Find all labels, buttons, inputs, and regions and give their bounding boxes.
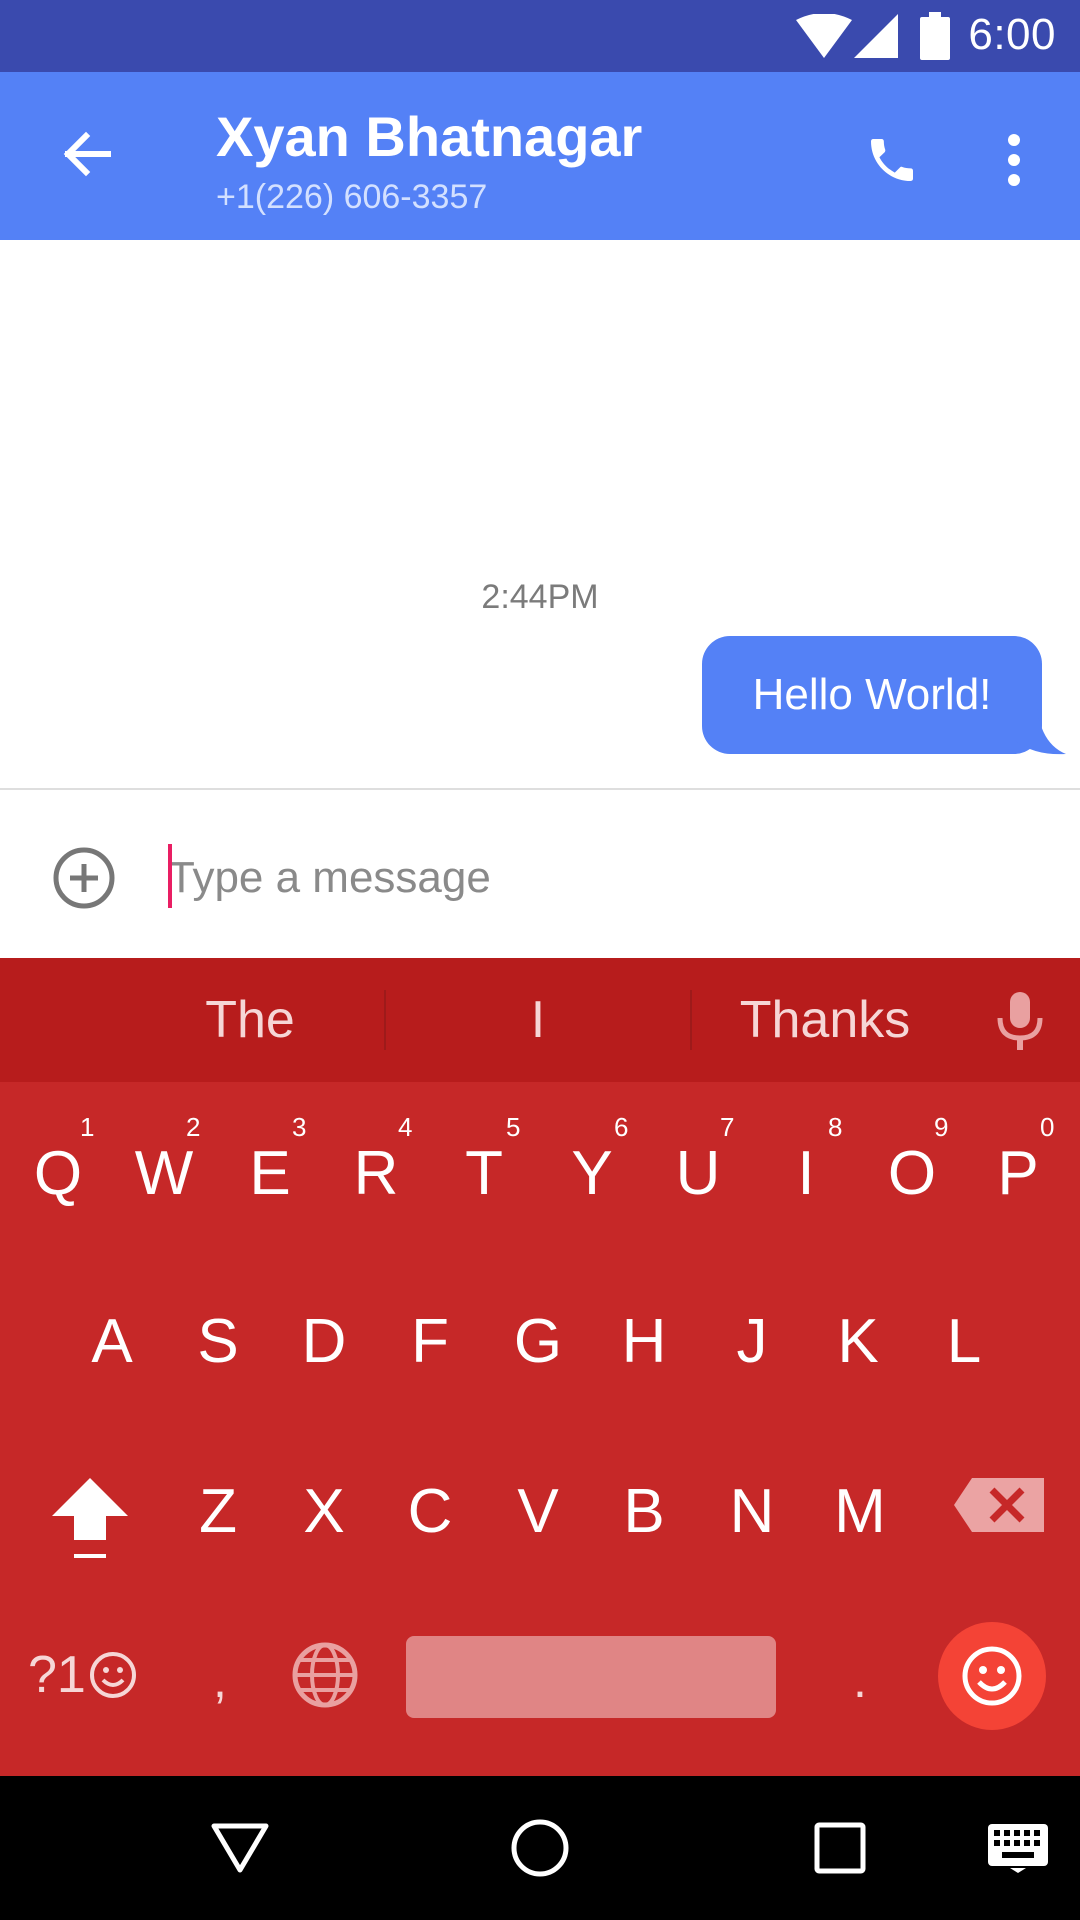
- key-w[interactable]: W2: [120, 1112, 208, 1228]
- message-input[interactable]: [168, 838, 1028, 918]
- key-x[interactable]: X: [280, 1456, 368, 1566]
- message-text: Hello World!: [752, 670, 992, 719]
- key-p[interactable]: P0: [974, 1112, 1062, 1228]
- comma-key[interactable]: ,: [190, 1620, 250, 1740]
- key-v[interactable]: V: [494, 1456, 582, 1566]
- period-key[interactable]: .: [830, 1620, 890, 1740]
- suggestion-item[interactable]: The: [140, 958, 360, 1082]
- shift-key[interactable]: [40, 1470, 140, 1570]
- suggestion-divider: [384, 990, 386, 1050]
- key-y[interactable]: Y6: [548, 1112, 636, 1228]
- key-t[interactable]: T5: [440, 1112, 528, 1228]
- key-k[interactable]: K: [814, 1286, 902, 1396]
- nav-back-icon[interactable]: [208, 1816, 272, 1880]
- call-button[interactable]: [852, 120, 932, 200]
- nav-recents-icon[interactable]: [812, 1820, 868, 1876]
- key-u[interactable]: U7: [654, 1112, 742, 1228]
- message-timestamp: 2:44PM: [481, 578, 599, 616]
- key-i[interactable]: I8: [762, 1112, 850, 1228]
- wifi-icon: [796, 14, 852, 58]
- backspace-key[interactable]: [950, 1470, 1050, 1540]
- attach-button[interactable]: [50, 844, 118, 912]
- more-vert-icon: [1008, 134, 1020, 186]
- key-d[interactable]: D: [280, 1286, 368, 1396]
- key-a[interactable]: A: [68, 1286, 156, 1396]
- battery-icon: [920, 12, 950, 60]
- key-g[interactable]: G: [494, 1286, 582, 1396]
- key-m[interactable]: M: [814, 1456, 906, 1566]
- key-s[interactable]: S: [174, 1286, 262, 1396]
- key-h[interactable]: H: [600, 1286, 688, 1396]
- globe-icon: [292, 1642, 358, 1708]
- more-options-button[interactable]: [980, 120, 1048, 200]
- symbols-label: ?1: [28, 1646, 86, 1704]
- key-r[interactable]: R4: [332, 1112, 420, 1228]
- nav-home-icon[interactable]: [508, 1816, 572, 1880]
- microphone-icon[interactable]: [990, 988, 1050, 1052]
- key-n[interactable]: N: [708, 1456, 796, 1566]
- status-bar: [0, 0, 1080, 72]
- key-o[interactable]: O9: [868, 1112, 956, 1228]
- compose-divider: [0, 788, 1080, 790]
- smiley-icon: [89, 1652, 136, 1698]
- key-f[interactable]: F: [386, 1286, 474, 1396]
- contact-name: Xyan Bhatnagar: [216, 105, 643, 168]
- text-cursor: [168, 844, 172, 908]
- back-button[interactable]: [44, 112, 128, 196]
- key-e[interactable]: E3: [226, 1112, 314, 1228]
- back-arrow-icon: [63, 131, 111, 177]
- shift-arrow-icon: [52, 1478, 128, 1558]
- language-key[interactable]: [290, 1640, 360, 1710]
- add-circle-icon: [53, 847, 115, 909]
- phone-icon: [871, 139, 913, 181]
- emoji-button[interactable]: [938, 1622, 1046, 1730]
- smiley-icon: [962, 1646, 1022, 1706]
- suggestion-item[interactable]: I: [430, 958, 646, 1082]
- space-bar[interactable]: [406, 1636, 776, 1718]
- key-l[interactable]: L: [920, 1286, 1008, 1396]
- key-q[interactable]: Q1: [14, 1112, 102, 1228]
- key-z[interactable]: Z: [174, 1456, 262, 1566]
- key-b[interactable]: B: [600, 1456, 688, 1566]
- signal-icon: [854, 14, 898, 58]
- symbols-emoji-key[interactable]: ?1: [28, 1620, 148, 1730]
- backspace-icon: [954, 1478, 1044, 1532]
- contact-phone: +1(226) 606-3357: [216, 178, 488, 216]
- key-c[interactable]: C: [386, 1456, 474, 1566]
- suggestion-item[interactable]: Thanks: [710, 958, 940, 1082]
- status-time: 6:00: [968, 10, 1056, 59]
- key-j[interactable]: J: [708, 1286, 796, 1396]
- keyboard-switch-icon[interactable]: [986, 1822, 1050, 1874]
- suggestion-divider: [690, 990, 692, 1050]
